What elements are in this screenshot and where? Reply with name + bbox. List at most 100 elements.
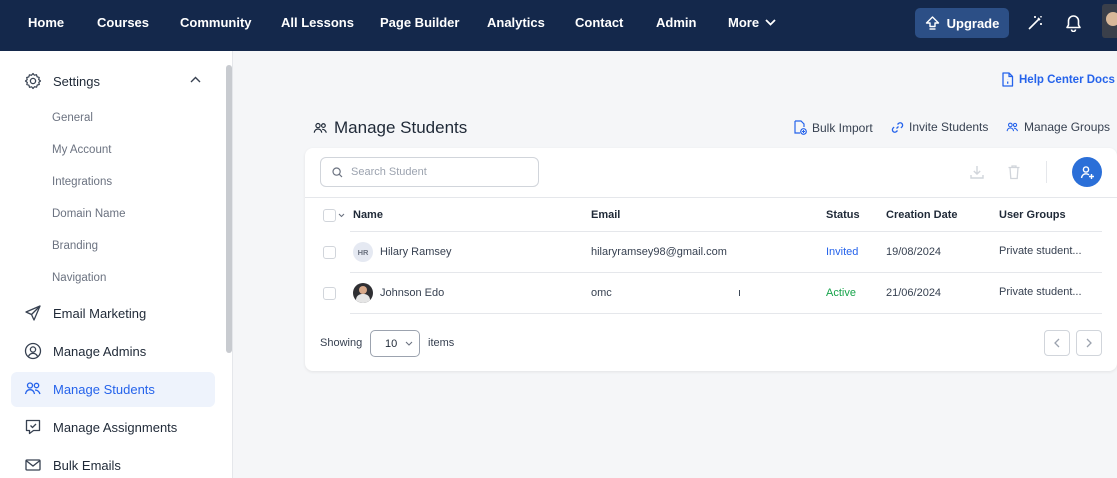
sidebar-item-label: Manage Admins xyxy=(53,343,147,359)
students-icon xyxy=(313,122,327,133)
column-header-name[interactable]: Name xyxy=(353,209,383,221)
sidebar-sub-integrations[interactable]: Integrations xyxy=(52,176,112,188)
chevron-left-icon xyxy=(1054,338,1060,348)
user-groups: Private student... xyxy=(999,286,1082,298)
nav-admin[interactable]: Admin xyxy=(656,0,696,45)
chevron-down-icon xyxy=(405,341,413,346)
chevron-up-icon[interactable] xyxy=(190,76,201,83)
page-size-value: 10 xyxy=(385,337,398,350)
prev-page-button[interactable] xyxy=(1044,330,1070,356)
student-name[interactable]: Hilary Ramsey xyxy=(380,246,452,258)
settings-label: Settings xyxy=(53,73,100,89)
nav-home[interactable]: Home xyxy=(28,0,64,45)
document-icon xyxy=(1002,72,1014,87)
invite-students-button[interactable]: Invite Students xyxy=(891,120,988,134)
link-icon xyxy=(891,121,904,133)
nav-community[interactable]: Community xyxy=(180,0,252,45)
row-checkbox[interactable] xyxy=(323,246,336,259)
bell-icon[interactable] xyxy=(1062,12,1084,34)
upgrade-button[interactable]: Upgrade xyxy=(915,8,1009,38)
nav-courses[interactable]: Courses xyxy=(97,0,149,45)
assignment-icon xyxy=(25,419,41,435)
upgrade-label: Upgrade xyxy=(946,15,1000,31)
sidebar-item-label: Manage Students xyxy=(53,381,155,397)
chevron-right-icon xyxy=(1086,338,1092,348)
sidebar-sub-domain-name[interactable]: Domain Name xyxy=(52,208,126,220)
trash-icon[interactable] xyxy=(1005,163,1023,181)
sidebar-settings[interactable]: Settings xyxy=(24,72,100,90)
manage-groups-button[interactable]: Manage Groups xyxy=(1006,120,1110,134)
column-header-email[interactable]: Email xyxy=(591,209,620,221)
nav-contact[interactable]: Contact xyxy=(575,0,623,45)
avatar: HR xyxy=(353,242,373,262)
sidebar-item-bulk-emails[interactable]: Bulk Emails xyxy=(24,456,121,474)
chevron-down-icon xyxy=(765,19,776,26)
row-separator xyxy=(350,313,1102,314)
nav-more-label: More xyxy=(728,15,760,30)
help-center-label: Help Center Docs xyxy=(1019,73,1115,86)
sidebar-sub-navigation[interactable]: Navigation xyxy=(52,272,106,284)
sidebar-item-manage-admins[interactable]: Manage Admins xyxy=(24,342,146,360)
user-avatar[interactable] xyxy=(1102,4,1117,38)
nav-all-lessons[interactable]: All Lessons xyxy=(281,0,354,45)
sidebar-item-label: Manage Assignments xyxy=(53,419,178,435)
showing-label: Showing xyxy=(320,337,363,349)
sidebar-item-manage-assignments[interactable]: Manage Assignments xyxy=(24,418,177,436)
bulk-import-label: Bulk Import xyxy=(812,120,873,135)
items-label: items xyxy=(428,337,455,349)
header-separator xyxy=(350,231,1102,232)
row-checkbox[interactable] xyxy=(323,287,336,300)
nav-page-builder[interactable]: Page Builder xyxy=(380,0,459,45)
page-title: Manage Students xyxy=(313,118,467,138)
students-table-card: Name Email Status Creation Date User Gro… xyxy=(305,148,1117,371)
help-center-link[interactable]: Help Center Docs xyxy=(1001,72,1115,87)
select-all-checkbox[interactable] xyxy=(323,209,336,222)
admin-user-icon xyxy=(24,342,42,360)
add-user-icon xyxy=(1080,165,1094,179)
row-separator xyxy=(350,272,1102,273)
groups-icon xyxy=(1006,122,1019,131)
search-icon xyxy=(332,166,343,177)
sidebar-sub-branding[interactable]: Branding xyxy=(52,240,98,252)
student-email: hilaryramsey98@gmail.com xyxy=(591,246,727,258)
sidebar-item-email-marketing[interactable]: Email Marketing xyxy=(24,304,146,322)
column-header-user-groups[interactable]: User Groups xyxy=(999,209,1066,221)
sidebar-item-manage-students[interactable]: Manage Students xyxy=(24,380,155,398)
chevron-down-icon[interactable] xyxy=(338,213,345,218)
sidebar-sub-my-account[interactable]: My Account xyxy=(52,144,111,156)
next-page-button[interactable] xyxy=(1076,330,1102,356)
invite-students-label: Invite Students xyxy=(909,120,989,134)
sidebar-item-label: Bulk Emails xyxy=(53,457,121,473)
user-groups: Private student... xyxy=(999,245,1082,257)
column-header-status[interactable]: Status xyxy=(826,209,860,221)
avatar xyxy=(353,283,373,303)
nav-analytics[interactable]: Analytics xyxy=(487,0,545,45)
sidebar-scrollbar[interactable] xyxy=(226,65,232,353)
status-badge: Active xyxy=(826,287,856,299)
creation-date: 21/06/2024 xyxy=(886,287,942,299)
send-icon xyxy=(25,305,41,321)
top-navbar: Home Courses Community All Lessons Page … xyxy=(0,0,1117,51)
status-badge: Invited xyxy=(826,246,859,258)
search-input[interactable] xyxy=(351,166,521,178)
add-student-button[interactable] xyxy=(1072,157,1102,187)
page-title-text: Manage Students xyxy=(334,118,468,137)
magic-wand-icon[interactable] xyxy=(1024,12,1046,34)
sidebar-sub-general[interactable]: General xyxy=(52,112,93,124)
toolbar-divider xyxy=(1046,161,1047,183)
student-name[interactable]: Johnson Edo xyxy=(380,287,444,299)
student-email: omc xyxy=(591,287,612,299)
student-email-tail: ı xyxy=(738,287,742,299)
nav-more-dropdown[interactable]: More xyxy=(728,0,776,45)
page-size-select[interactable]: 10 xyxy=(370,330,420,357)
manage-groups-label: Manage Groups xyxy=(1024,120,1111,134)
column-header-creation-date[interactable]: Creation Date xyxy=(886,209,958,221)
import-file-icon xyxy=(794,120,807,135)
upgrade-icon xyxy=(925,16,939,30)
mail-icon xyxy=(25,459,41,471)
bulk-import-button[interactable]: Bulk Import xyxy=(793,120,873,135)
download-icon[interactable] xyxy=(968,163,986,181)
sidebar-item-label: Email Marketing xyxy=(53,305,147,321)
search-student-box[interactable] xyxy=(320,157,539,187)
sidebar xyxy=(0,51,233,478)
